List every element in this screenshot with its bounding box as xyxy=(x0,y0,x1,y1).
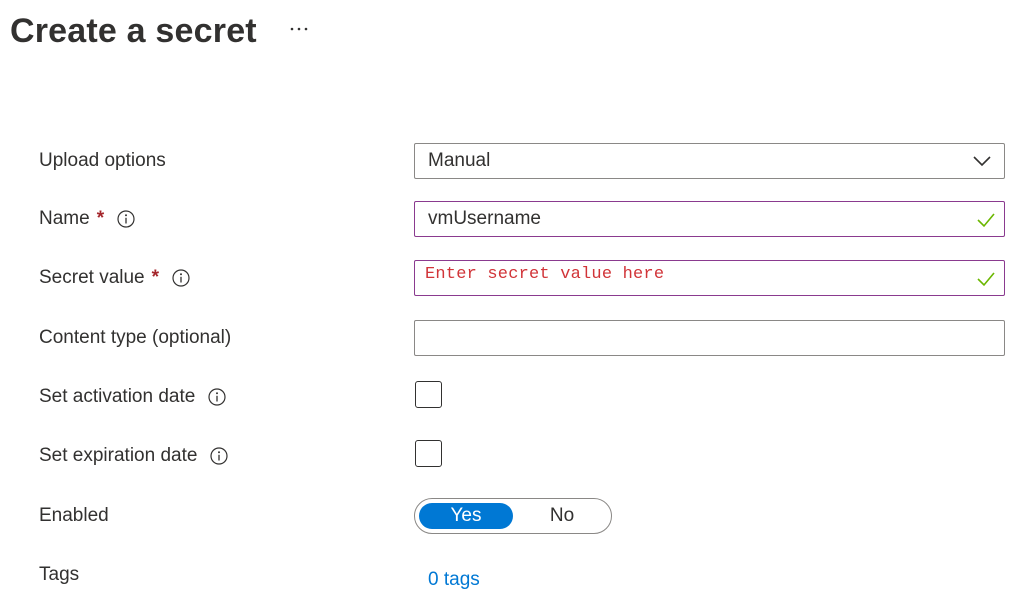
info-icon[interactable] xyxy=(172,269,190,287)
secret-value-input[interactable]: Enter secret value here xyxy=(414,260,1005,296)
activation-date-checkbox[interactable] xyxy=(415,381,442,408)
upload-options-label-text: Upload options xyxy=(39,150,166,171)
checkmark-icon xyxy=(976,211,996,229)
activation-date-label-text: Set activation date xyxy=(39,386,196,407)
content-type-label: Content type (optional) xyxy=(39,320,231,356)
expiration-date-checkbox[interactable] xyxy=(415,440,442,467)
name-row: Name * vmUsername xyxy=(0,201,1015,237)
info-icon[interactable] xyxy=(210,447,229,465)
more-options-button[interactable] xyxy=(288,18,310,40)
secret-value-input-value: Enter secret value here xyxy=(425,265,665,284)
expiration-date-label: Set expiration date xyxy=(39,438,229,474)
page-title: Create a secret xyxy=(10,12,257,50)
more-horizontal-icon xyxy=(289,26,309,32)
tags-label-text: Tags xyxy=(39,564,80,585)
secret-value-label: Secret value * xyxy=(39,260,190,296)
info-icon[interactable] xyxy=(117,210,135,228)
upload-options-value: Manual xyxy=(428,150,491,171)
expiration-date-label-text: Set expiration date xyxy=(39,445,198,466)
content-type-input[interactable] xyxy=(414,320,1005,356)
upload-options-row: Upload options Manual xyxy=(0,143,1015,179)
checkmark-icon xyxy=(976,270,996,288)
enabled-label: Enabled xyxy=(39,498,109,534)
tags-row: Tags 0 tags xyxy=(0,557,1015,593)
enabled-toggle: Yes No xyxy=(414,498,612,534)
tags-label: Tags xyxy=(39,557,79,593)
content-type-row: Content type (optional) xyxy=(0,320,1015,356)
create-secret-page: Create a secret Upload options Manual Na xyxy=(0,0,1015,614)
chevron-down-icon xyxy=(972,153,992,169)
name-input[interactable]: vmUsername xyxy=(414,201,1005,237)
enabled-label-text: Enabled xyxy=(39,505,109,526)
activation-date-row: Set activation date xyxy=(0,379,1015,415)
name-label-text: Name xyxy=(39,208,90,229)
upload-options-dropdown[interactable]: Manual xyxy=(414,143,1005,179)
secret-value-row: Secret value * Enter secret value here xyxy=(0,260,1015,296)
required-asterisk: * xyxy=(96,208,105,229)
enabled-yes-option[interactable]: Yes xyxy=(419,503,513,529)
secret-value-label-text: Secret value xyxy=(39,267,145,288)
tags-link[interactable]: 0 tags xyxy=(428,569,480,591)
upload-options-label: Upload options xyxy=(39,143,166,179)
info-icon[interactable] xyxy=(208,388,226,406)
expiration-date-row: Set expiration date xyxy=(0,438,1015,474)
name-input-value: vmUsername xyxy=(428,208,541,229)
activation-date-label: Set activation date xyxy=(39,379,226,415)
name-label: Name * xyxy=(39,201,135,237)
required-asterisk: * xyxy=(151,267,160,288)
content-type-label-text: Content type (optional) xyxy=(39,327,232,348)
enabled-no-option[interactable]: No xyxy=(515,503,609,529)
enabled-row: Enabled Yes No xyxy=(0,498,1015,534)
